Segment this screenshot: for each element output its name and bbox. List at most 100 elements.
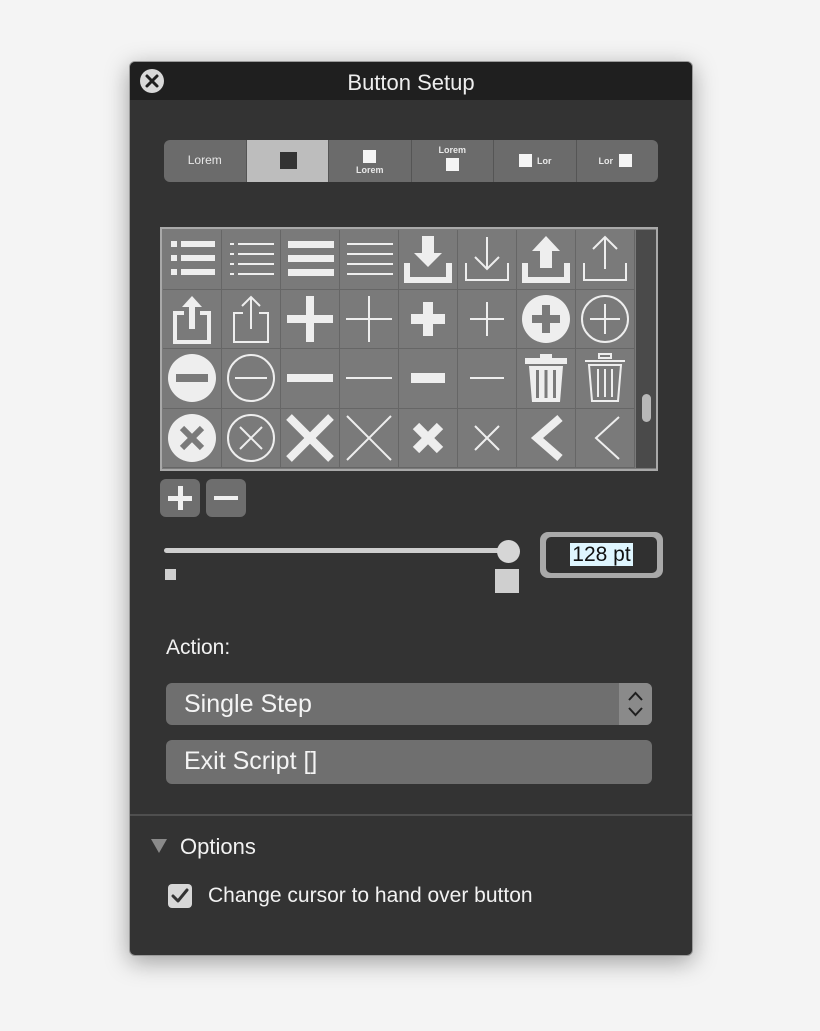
segment-icon-above-text[interactable]: Lorem <box>329 140 412 182</box>
icon-cell[interactable] <box>517 289 576 349</box>
chevron-left-bold-icon <box>530 414 563 461</box>
section-divider <box>130 814 692 816</box>
menu-bold-icon <box>288 241 334 276</box>
size-slider-track[interactable] <box>164 548 510 553</box>
minus-icon <box>214 496 238 500</box>
large-size-icon <box>495 569 519 593</box>
x-thin-icon <box>346 414 392 461</box>
segment-label: Lorem <box>355 165 384 175</box>
icon-library-grid <box>160 227 658 471</box>
scrollbar-thumb[interactable] <box>642 394 651 422</box>
text-left-of-icon-icon <box>618 154 632 167</box>
select-stepper[interactable] <box>619 683 652 725</box>
button-style-segmented-control: Lorem Lorem Lorem Lor Lor <box>164 140 658 182</box>
segment-icon-left-of-text[interactable]: Lor <box>494 140 577 182</box>
title-bar: Button Setup <box>130 62 692 100</box>
icon-cell[interactable] <box>281 408 340 468</box>
segment-label: Lor <box>598 156 614 166</box>
menu-thin-icon <box>347 243 393 275</box>
icon-cell[interactable] <box>576 349 635 409</box>
x-circle-filled-icon <box>168 413 216 462</box>
icon-cell[interactable] <box>458 349 517 409</box>
plus-bold-icon <box>287 295 333 342</box>
icon-cell[interactable] <box>399 349 458 409</box>
script-field[interactable]: Exit Script [] <box>166 740 652 784</box>
segment-label: Lorem <box>187 153 222 167</box>
size-input[interactable]: 128 pt <box>546 537 657 573</box>
plus-thin-icon <box>346 295 392 342</box>
icon-grid-cells <box>163 230 635 468</box>
small-size-icon <box>165 569 176 580</box>
plus-icon <box>168 486 192 510</box>
icon-cell[interactable] <box>340 408 399 468</box>
minus-circle-outline-icon <box>227 354 275 402</box>
icon-cell[interactable] <box>222 230 281 290</box>
icon-cell[interactable] <box>163 349 222 409</box>
icon-cell[interactable] <box>458 408 517 468</box>
icon-cell[interactable] <box>340 289 399 349</box>
icon-cell[interactable] <box>281 289 340 349</box>
add-icon-button[interactable] <box>160 479 200 517</box>
list-bold-icon <box>171 241 215 275</box>
chevron-up-down-icon <box>628 691 643 717</box>
download-thin-icon <box>465 237 509 281</box>
icon-cell[interactable] <box>281 230 340 290</box>
action-select[interactable]: Single Step <box>166 683 652 725</box>
segment-text-above-icon[interactable]: Lorem <box>412 140 494 182</box>
segment-label: Lorem <box>438 145 466 155</box>
icon-above-text-icon <box>363 150 376 163</box>
remove-icon-button[interactable] <box>206 479 246 517</box>
list-thin-icon <box>230 243 274 275</box>
minus-small-icon <box>470 377 504 379</box>
icon-grid-scrollbar[interactable] <box>636 230 656 468</box>
text-above-icon-icon <box>445 158 459 171</box>
share-thin-icon <box>233 295 269 343</box>
disclosure-triangle-icon[interactable] <box>151 839 167 853</box>
icon-cell[interactable] <box>517 349 576 409</box>
icon-cell[interactable] <box>222 349 281 409</box>
icon-cell[interactable] <box>576 408 635 468</box>
icon-cell[interactable] <box>458 230 517 290</box>
size-slider-knob[interactable] <box>497 540 520 563</box>
icon-cell[interactable] <box>340 230 399 290</box>
upload-thin-icon <box>583 235 627 281</box>
icon-cell[interactable] <box>458 289 517 349</box>
segment-text-left-of-icon[interactable]: Lor <box>577 140 659 182</box>
icon-cell[interactable] <box>399 230 458 290</box>
icon-cell[interactable] <box>222 289 281 349</box>
plus-circle-outline-icon <box>581 294 629 343</box>
window-title: Button Setup <box>347 70 475 95</box>
plus-small-icon <box>470 301 504 336</box>
x-small-icon <box>474 424 500 451</box>
icon-cell[interactable] <box>222 408 281 468</box>
plus-circle-filled-icon <box>522 294 570 343</box>
icon-cell[interactable] <box>163 408 222 468</box>
icon-cell[interactable] <box>163 230 222 290</box>
trash-bold-icon <box>525 354 567 402</box>
hand-cursor-label[interactable]: Change cursor to hand over button <box>208 884 533 908</box>
options-section-label[interactable]: Options <box>180 834 256 860</box>
icon-cell[interactable] <box>576 289 635 349</box>
icon-cell[interactable] <box>163 289 222 349</box>
icon-cell[interactable] <box>517 230 576 290</box>
x-medium-icon <box>412 422 444 453</box>
minus-medium-icon <box>411 373 445 383</box>
share-bold-icon <box>173 295 211 344</box>
icon-cell[interactable] <box>576 230 635 290</box>
segment-text-only[interactable]: Lorem <box>164 140 247 182</box>
icon-cell[interactable] <box>340 349 399 409</box>
minus-bold-icon <box>287 374 333 382</box>
icon-left-of-text-icon <box>519 154 532 167</box>
segment-icon-only[interactable] <box>246 140 329 182</box>
minus-thin-icon <box>346 377 392 379</box>
icon-cell[interactable] <box>399 289 458 349</box>
action-label: Action: <box>166 636 231 659</box>
script-value: Exit Script [] <box>184 747 318 775</box>
x-bold-icon <box>286 413 334 462</box>
x-circle-outline-icon <box>227 413 275 462</box>
icon-cell[interactable] <box>517 408 576 468</box>
hand-cursor-checkbox[interactable] <box>168 884 192 908</box>
icon-cell[interactable] <box>399 408 458 468</box>
chevron-left-thin-icon <box>594 415 620 460</box>
icon-cell[interactable] <box>281 349 340 409</box>
